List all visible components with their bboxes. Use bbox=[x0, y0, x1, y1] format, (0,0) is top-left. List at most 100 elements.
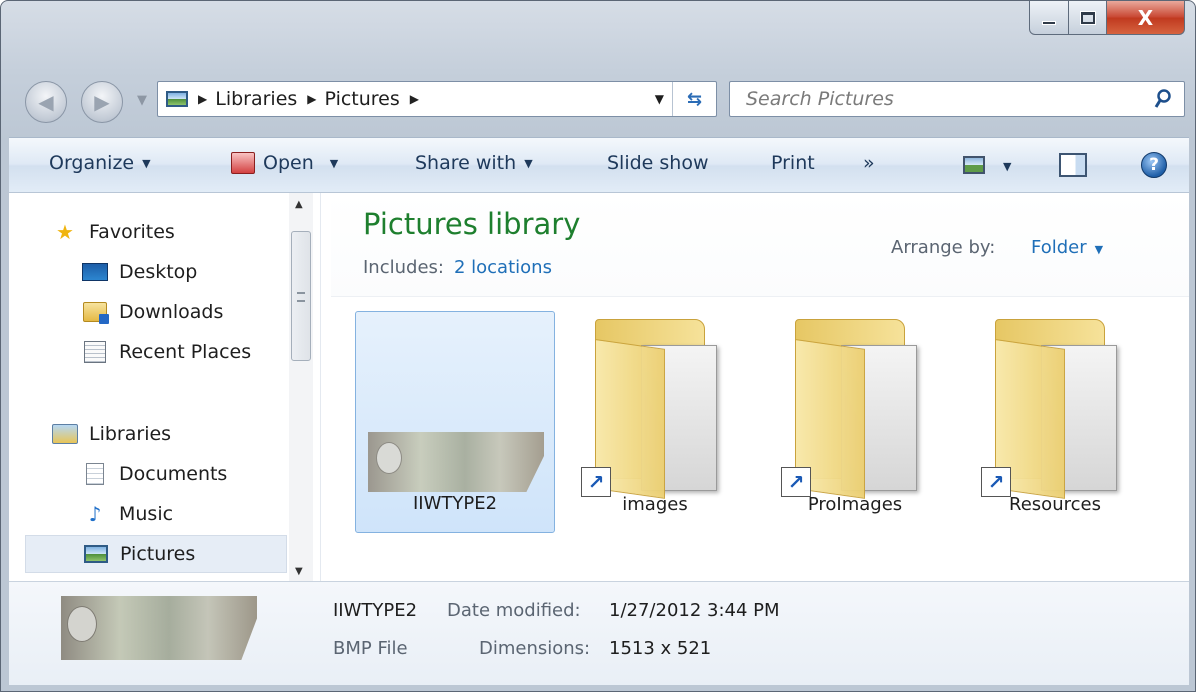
music-note-icon: ♪ bbox=[88, 502, 102, 526]
folder-item-images[interactable]: ↗ images bbox=[555, 311, 755, 533]
search-box[interactable]: Search Pictures bbox=[729, 81, 1185, 117]
view-options-dropdown[interactable]: ▼ bbox=[1003, 160, 1011, 173]
command-bar: Organize ▼ Open ▼ Share with ▼ Slide show P… bbox=[9, 137, 1189, 193]
arrange-by-value: Folder bbox=[1031, 237, 1087, 258]
folder-item-label: images bbox=[622, 494, 688, 515]
breadcrumb-libraries[interactable]: Libraries bbox=[215, 88, 297, 110]
change-view-icon[interactable] bbox=[963, 156, 985, 174]
arrange-by-label: Arrange by: bbox=[891, 237, 996, 258]
dimensions-label: Dimensions: bbox=[479, 638, 591, 659]
folder-item-proimages[interactable]: ↗ ProImages bbox=[755, 311, 955, 533]
date-modified-value[interactable]: 1/27/2012 3:44 PM bbox=[609, 600, 780, 621]
refresh-button[interactable]: ⇆ bbox=[672, 82, 716, 116]
library-title: Pictures library bbox=[363, 207, 581, 241]
breadcrumb-separator-icon[interactable]: ▶ bbox=[307, 92, 316, 106]
client-area: ★ Favorites Desktop Downloads Recent Pla… bbox=[9, 193, 1189, 581]
nav-desktop[interactable]: Desktop bbox=[81, 253, 197, 291]
nav-libraries-label: Libraries bbox=[89, 423, 172, 445]
maximize-icon bbox=[1079, 10, 1096, 25]
details-file-type: BMP File bbox=[333, 638, 408, 659]
includes-label: Includes: bbox=[363, 257, 444, 278]
downloads-folder-icon bbox=[81, 300, 109, 324]
chevron-down-icon: ▼ bbox=[524, 156, 533, 170]
recent-pages-dropdown[interactable]: ▼ bbox=[137, 93, 147, 108]
chevron-down-icon[interactable]: ▼ bbox=[330, 157, 338, 170]
nav-recent-places[interactable]: Recent Places bbox=[81, 333, 251, 371]
nav-recent-places-label: Recent Places bbox=[119, 341, 252, 363]
nav-pictures[interactable]: Pictures bbox=[25, 535, 287, 573]
minimize-button[interactable] bbox=[1029, 1, 1069, 35]
star-icon: ★ bbox=[56, 220, 74, 244]
arrange-by-dropdown[interactable]: Folder ▼ bbox=[1031, 237, 1103, 258]
back-arrow-icon: ◀ bbox=[38, 90, 54, 114]
folder-icon: ↗ bbox=[581, 319, 725, 499]
more-commands-button[interactable]: » bbox=[863, 152, 875, 174]
organize-menu[interactable]: Organize ▼ bbox=[49, 152, 151, 174]
forward-arrow-icon: ▶ bbox=[94, 90, 110, 114]
file-item-label: IIWTYPE2 bbox=[412, 493, 498, 514]
share-with-menu[interactable]: Share with ▼ bbox=[415, 152, 533, 174]
title-bar[interactable]: X bbox=[1, 1, 1195, 65]
breadcrumb-pictures[interactable]: Pictures bbox=[325, 88, 400, 110]
address-bar[interactable]: ▶ Libraries ▶ Pictures ▶ ▼ ⇆ bbox=[157, 81, 717, 117]
open-button[interactable]: Open ▼ bbox=[231, 152, 338, 174]
nav-pictures-label: Pictures bbox=[120, 543, 196, 565]
nav-downloads-label: Downloads bbox=[119, 301, 224, 323]
slide-show-button[interactable]: Slide show bbox=[607, 152, 709, 174]
recent-places-icon bbox=[81, 340, 109, 364]
nav-favorites-label: Favorites bbox=[89, 221, 175, 243]
scrollbar-thumb[interactable] bbox=[291, 231, 311, 361]
search-input[interactable]: Search Pictures bbox=[746, 88, 894, 110]
close-icon: X bbox=[1137, 5, 1154, 30]
address-history-dropdown[interactable]: ▼ bbox=[655, 92, 664, 106]
bmp-thumbnail bbox=[368, 432, 544, 492]
help-icon[interactable]: ? bbox=[1141, 152, 1167, 178]
forward-button[interactable]: ▶ bbox=[81, 81, 123, 123]
locations-link[interactable]: 2 locations bbox=[454, 257, 552, 278]
nav-documents[interactable]: Documents bbox=[81, 455, 227, 493]
folder-item-resources[interactable]: ↗ Resources bbox=[955, 311, 1155, 533]
navigation-pane: ★ Favorites Desktop Downloads Recent Pla… bbox=[9, 193, 321, 581]
maximize-button[interactable] bbox=[1069, 1, 1107, 35]
minimize-icon bbox=[1042, 20, 1056, 25]
refresh-icon: ⇆ bbox=[686, 88, 703, 110]
organize-label: Organize bbox=[49, 152, 135, 174]
double-chevron-icon: » bbox=[863, 152, 875, 174]
nav-favorites[interactable]: ★ Favorites bbox=[51, 213, 175, 251]
breadcrumb-separator-icon[interactable]: ▶ bbox=[198, 92, 207, 106]
desktop-icon bbox=[81, 260, 109, 284]
nav-music-label: Music bbox=[119, 503, 174, 525]
grip-icon bbox=[297, 292, 305, 302]
dimensions-value: 1513 x 521 bbox=[609, 638, 712, 659]
nav-music[interactable]: ♪ Music bbox=[81, 495, 173, 533]
details-file-name: IIWTYPE2 bbox=[333, 600, 418, 621]
chevron-down-icon: ▼ bbox=[142, 156, 151, 170]
folder-icon: ↗ bbox=[781, 319, 925, 499]
scroll-up-arrow-icon[interactable]: ▲ bbox=[295, 199, 303, 210]
explorer-window: X ◀ ▶ ▼ ▶ Libraries ▶ Pictures ▶ ▼ ⇆ Sea… bbox=[0, 0, 1196, 692]
file-item-iiwtype2[interactable]: IIWTYPE2 bbox=[355, 311, 555, 533]
search-icon[interactable] bbox=[1154, 88, 1172, 110]
close-button[interactable]: X bbox=[1107, 1, 1185, 35]
print-button[interactable]: Print bbox=[771, 152, 815, 174]
preview-pane-icon[interactable] bbox=[1059, 153, 1087, 177]
details-pane: IIWTYPE2 Date modified: 1/27/2012 3:44 P… bbox=[9, 581, 1189, 685]
slide-show-label: Slide show bbox=[607, 152, 709, 174]
nav-downloads[interactable]: Downloads bbox=[81, 293, 223, 331]
library-header: Pictures library Includes: 2 locations Ar… bbox=[331, 193, 1189, 297]
print-label: Print bbox=[771, 152, 815, 174]
library-includes: Includes: 2 locations bbox=[363, 257, 552, 278]
scroll-down-arrow-icon[interactable]: ▼ bbox=[295, 566, 303, 577]
nav-desktop-label: Desktop bbox=[119, 261, 198, 283]
chevron-down-icon: ▼ bbox=[1094, 243, 1104, 256]
breadcrumb-separator-icon[interactable]: ▶ bbox=[410, 92, 419, 106]
shortcut-arrow-icon: ↗ bbox=[781, 467, 811, 497]
details-thumbnail bbox=[61, 596, 257, 660]
date-modified-label: Date modified: bbox=[447, 600, 581, 621]
shortcut-arrow-icon: ↗ bbox=[981, 467, 1011, 497]
documents-icon bbox=[81, 462, 109, 486]
nav-libraries[interactable]: Libraries bbox=[51, 415, 171, 453]
back-button[interactable]: ◀ bbox=[25, 81, 67, 123]
file-list-pane: Pictures library Includes: 2 locations Ar… bbox=[331, 193, 1189, 581]
nav-scrollbar[interactable]: ▲ ▼ bbox=[289, 193, 313, 581]
